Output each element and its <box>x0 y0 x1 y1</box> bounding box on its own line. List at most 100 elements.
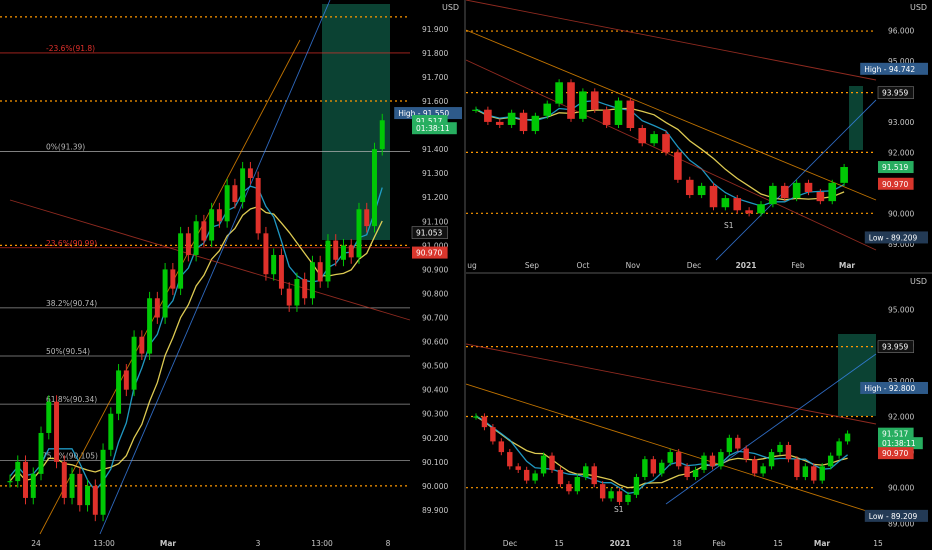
intraday-chart-svg[interactable]: USD 89.900 90.000 90.100 90.200 90.300 90.400 9… <box>0 0 464 550</box>
bottom-right-y-tick-label: 92.000 <box>888 412 914 421</box>
left-x-tick-label: 13:00 <box>311 539 333 548</box>
bottom-right-candle-body <box>701 455 707 470</box>
left-candle-body <box>69 473 75 498</box>
top-right-candle-body <box>792 182 801 199</box>
top-right-candle-body <box>721 198 730 208</box>
left-candle-body <box>271 254 277 275</box>
left-x-tick-label: 24 <box>31 539 41 548</box>
four-hour-chart-svg[interactable]: USD89.00090.00091.00092.00093.00094.0009… <box>466 274 932 550</box>
left-candle-body <box>340 245 346 260</box>
left-y-tick-label: 90.600 <box>422 338 448 347</box>
left-candle-body <box>61 461 67 498</box>
left-candle-body <box>317 262 323 282</box>
bottom-right-currency-label: USD <box>910 277 927 286</box>
left-candle-body <box>209 209 215 241</box>
bottom-right-price-label-text: 90.970 <box>882 449 908 458</box>
bottom-right-trend-line <box>665 353 877 505</box>
top-right-y-tick-label: 92.000 <box>888 148 914 157</box>
top-right-candle-body <box>590 91 599 110</box>
top-right-x-tick-label: Sep <box>525 261 539 270</box>
top-right-x-tick-label: Feb <box>791 261 805 270</box>
left-y-tick-label: 90.500 <box>422 362 448 371</box>
chart-panel-4h[interactable]: USD89.00090.00091.00092.00093.00094.0009… <box>466 274 932 550</box>
left-candle-body <box>154 298 160 318</box>
top-right-price-label-text: 91.519 <box>882 163 908 172</box>
left-candle-body <box>162 269 168 318</box>
top-right-x-tick-label: Mar <box>839 261 856 270</box>
bottom-right-cyan-moving-average <box>475 415 848 495</box>
left-candle-body <box>309 262 315 299</box>
left-candle-body <box>170 269 176 289</box>
left-candle-body <box>100 449 106 515</box>
top-right-candle-body <box>531 115 540 132</box>
left-y-tick-label: 90.900 <box>422 265 448 274</box>
top-right-candle-body <box>543 103 552 116</box>
bottom-right-candle-body <box>473 416 479 418</box>
left-y-tick-label: 91.800 <box>422 49 448 58</box>
left-y-tick-label: 90.100 <box>422 458 448 467</box>
top-right-candle-body <box>685 179 694 196</box>
left-fib-level-label: 75.6%(90.105) <box>42 452 98 461</box>
bottom-right-candle-body <box>768 452 775 467</box>
top-right-candle-body <box>840 167 848 183</box>
top-right-trend-line <box>466 29 877 201</box>
left-candle-body <box>247 168 253 178</box>
chart-panel-intraday[interactable]: USD 89.900 90.000 90.100 90.200 90.300 90.400 9… <box>0 0 464 550</box>
left-x-tick-label: 13:00 <box>93 539 115 548</box>
top-right-trend-line <box>466 0 877 81</box>
left-y-tick-label: 90.800 <box>422 289 448 298</box>
left-candle-body <box>23 461 28 498</box>
left-price-label-text: 90.970 <box>416 249 442 258</box>
left-y-tick-label: 90.000 <box>422 482 448 491</box>
daily-chart-svg[interactable]: USD89.00090.00092.00093.00095.00096.000u… <box>466 0 932 272</box>
bottom-right-candle-body <box>583 466 589 478</box>
bottom-right-candle-body <box>481 416 488 428</box>
left-fib-level-label: 61.8%(90.34) <box>46 395 97 404</box>
bottom-right-candle-body <box>675 452 682 467</box>
top-right-y-tick-label: 93.000 <box>888 118 914 127</box>
left-fib-level-label: 23.6%(90.99) <box>46 239 97 248</box>
top-right-target-zone <box>849 86 863 150</box>
bottom-right-candle-body <box>827 455 834 467</box>
bottom-right-candle-body <box>608 491 614 499</box>
bottom-right-candle-body <box>718 452 724 467</box>
left-candle-body <box>38 432 44 474</box>
chart-panel-daily[interactable]: USD 89.000 90.000 92.000 93.000 95.000 96.000 u… <box>466 0 932 272</box>
left-candle-body <box>232 185 238 203</box>
left-candle-body <box>286 288 292 306</box>
left-y-tick-label: 91.900 <box>422 25 448 34</box>
top-right-price-label-text: 90.970 <box>882 180 908 189</box>
top-right-yellow-moving-average <box>475 107 845 201</box>
bottom-right-candle-body <box>709 455 716 467</box>
bottom-right-price-label-text: Low - 89.209 <box>869 512 918 521</box>
top-right-candle-body <box>567 82 575 119</box>
left-candle-body <box>294 279 300 306</box>
left-y-tick-label: 91.400 <box>422 145 448 154</box>
bottom-right-candle-body <box>819 466 825 481</box>
top-right-candle-body <box>816 192 825 202</box>
bottom-right-candle-body <box>625 494 631 502</box>
top-right-x-tick-label: Oct <box>577 261 590 270</box>
left-fib-level-label: 0%(91.39) <box>46 143 85 152</box>
top-right-candle-body <box>472 109 480 111</box>
left-trend-line <box>99 0 331 535</box>
left-y-tick-label: 90.700 <box>422 314 448 323</box>
bottom-right-candle-body <box>735 437 741 449</box>
top-right-pivot-annotation: S1 <box>724 221 734 230</box>
bottom-right-price-label-text: 01:38:11 <box>882 439 916 448</box>
top-right-x-tick-label: ug <box>467 261 477 270</box>
top-right-candle-body <box>662 134 670 153</box>
left-y-tick-label: 91.100 <box>422 217 448 226</box>
left-x-tick-label: Mar <box>160 539 177 548</box>
bottom-right-candle-body <box>642 459 648 478</box>
bottom-right-candle-body <box>498 441 505 453</box>
left-candle-body <box>77 473 83 506</box>
bottom-right-candle-body <box>802 466 809 478</box>
bottom-right-candle-body <box>490 427 496 442</box>
top-right-price-label-text: 93.959 <box>882 89 908 98</box>
left-currency-label: USD <box>442 3 459 12</box>
top-right-candle-body <box>674 152 682 180</box>
left-candle-body <box>54 401 60 462</box>
top-right-x-tick-label: Nov <box>626 261 641 270</box>
left-y-tick-label: 90.400 <box>422 386 448 395</box>
